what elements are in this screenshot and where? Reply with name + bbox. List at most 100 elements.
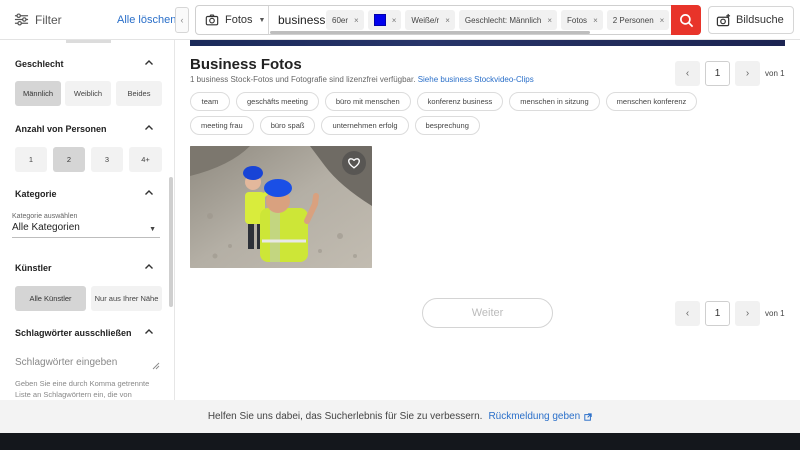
- filter-sidebar: Geschlecht Männlich Weiblich Beides Anza…: [0, 40, 175, 400]
- resize-handle-icon[interactable]: [152, 362, 160, 370]
- pagination-top: ‹ 1 › von 1: [675, 61, 785, 86]
- camera-plus-icon: [716, 13, 731, 26]
- chip-label: Geschlecht: Männlich: [464, 15, 542, 25]
- next-page-button[interactable]: ›: [735, 301, 760, 326]
- related-tags: team geschäfts meeting büro mit menschen…: [190, 92, 750, 135]
- chevron-up-icon[interactable]: [144, 188, 154, 198]
- search-icon: [679, 13, 693, 27]
- external-link-icon: [584, 412, 592, 421]
- exclude-help-text: Geben Sie eine durch Komma getrennte Lis…: [15, 379, 150, 399]
- tag-chip[interactable]: menschen konferenz: [605, 92, 698, 111]
- search-query[interactable]: business: [278, 13, 325, 27]
- artist-option-nearby[interactable]: Nur aus Ihrer Nähe: [91, 286, 162, 311]
- page-title: Business Fotos: [190, 56, 302, 73]
- gender-option-female[interactable]: Weiblich: [65, 81, 111, 106]
- category-title: Kategorie: [15, 189, 57, 199]
- chevron-up-icon[interactable]: [144, 123, 154, 133]
- tag-chip[interactable]: geschäfts meeting: [236, 92, 319, 111]
- category-value: Alle Kategorien: [12, 222, 80, 233]
- chip-color[interactable]: ×: [367, 10, 402, 30]
- people-option-2[interactable]: 2: [53, 147, 85, 172]
- banner-image: [190, 40, 785, 46]
- chip-label: 60er: [332, 15, 349, 25]
- tag-chip[interactable]: büro spaß: [259, 116, 316, 135]
- chips-scrollbar[interactable]: [270, 31, 590, 34]
- gender-option-both[interactable]: Beides: [116, 81, 162, 106]
- people-option-3[interactable]: 3: [91, 147, 123, 172]
- chevron-right-icon: ›: [745, 68, 750, 79]
- chip-decade[interactable]: 60er ×: [326, 10, 364, 30]
- tag-chip[interactable]: konferenz business: [416, 92, 504, 111]
- people-option-4plus[interactable]: 4+: [129, 147, 162, 172]
- chip-media[interactable]: Fotos ×: [561, 10, 603, 30]
- tag-chip[interactable]: besprechung: [414, 116, 480, 135]
- chip-label: Weiße/r: [411, 15, 440, 25]
- page-total: von 1: [765, 69, 785, 78]
- page-total: von 1: [765, 309, 785, 318]
- artist-option-all[interactable]: Alle Künstler: [15, 286, 86, 311]
- feedback-bar: Helfen Sie uns dabei, das Sucherlebnis f…: [0, 400, 800, 433]
- exclude-keywords-input[interactable]: Schlagwörter eingeben: [15, 357, 162, 374]
- next-page-button[interactable]: ›: [735, 61, 760, 86]
- category-field-label: Kategorie auswählen: [12, 213, 78, 220]
- heart-icon: [347, 158, 361, 169]
- gender-title: Geschlecht: [15, 59, 64, 69]
- chevron-left-icon: ‹: [685, 68, 690, 79]
- tag-chip[interactable]: büro mit menschen: [324, 92, 411, 111]
- gender-option-male[interactable]: Männlich: [15, 81, 61, 106]
- video-clips-link[interactable]: Siehe business Stockvideo-Clips: [418, 75, 534, 84]
- camera-icon: [205, 14, 219, 26]
- filter-button[interactable]: Filter: [14, 12, 62, 27]
- people-option-1[interactable]: 1: [15, 147, 47, 172]
- close-icon[interactable]: ×: [445, 16, 450, 25]
- feedback-link[interactable]: Rückmeldung geben: [488, 411, 592, 422]
- caret-down-icon: ▼: [149, 226, 156, 233]
- feedback-text: Helfen Sie uns dabei, das Sucherlebnis f…: [207, 411, 483, 422]
- category-select[interactable]: Alle Kategorien ▼: [12, 222, 160, 238]
- prev-page-button[interactable]: ‹: [675, 61, 700, 86]
- image-search-button[interactable]: Bildsuche: [708, 6, 794, 34]
- pagination-bottom: ‹ 1 › von 1: [675, 301, 785, 326]
- prev-page-button[interactable]: ‹: [675, 301, 700, 326]
- media-type-select[interactable]: Fotos ▼: [196, 6, 269, 34]
- chevron-right-icon: ›: [745, 308, 750, 319]
- close-icon[interactable]: ×: [547, 16, 552, 25]
- search-bar: Fotos ▼ business 60er × × Weiße/r × Geschl…: [195, 5, 701, 35]
- search-button[interactable]: [671, 5, 701, 35]
- color-swatch: [373, 14, 386, 26]
- sliders-icon: [14, 13, 29, 26]
- page-input[interactable]: 1: [705, 301, 730, 326]
- chevron-up-icon[interactable]: [144, 58, 154, 68]
- caret-down-icon: ▼: [258, 16, 266, 24]
- close-icon[interactable]: ×: [392, 16, 397, 25]
- image-search-label: Bildsuche: [736, 14, 784, 26]
- chevron-up-icon[interactable]: [144, 262, 154, 272]
- chip-gender[interactable]: Geschlecht: Männlich ×: [458, 10, 558, 30]
- clear-all-link[interactable]: Alle löschen: [117, 14, 176, 26]
- results-summary: 1 business Stock-Fotos und Fotografie si…: [190, 75, 534, 84]
- close-icon[interactable]: ×: [660, 16, 665, 25]
- tag-chip[interactable]: meeting frau: [190, 116, 254, 135]
- bottom-bar: [0, 433, 800, 450]
- chip-label: Fotos: [567, 15, 588, 25]
- chip-people[interactable]: 2 Personen ×: [606, 10, 670, 30]
- media-type-label: Fotos: [225, 14, 253, 26]
- results-count-text: 1 business Stock-Fotos und Fotografie si…: [190, 75, 416, 84]
- tag-chip[interactable]: team: [190, 92, 230, 111]
- top-bar: Filter Alle löschen ‹ Fotos ▼ business 6…: [0, 0, 800, 40]
- collapse-sidebar-button[interactable]: ‹: [175, 7, 189, 33]
- artist-title: Künstler: [15, 263, 52, 273]
- chevron-up-icon[interactable]: [144, 327, 154, 337]
- chevron-left-icon: ‹: [180, 15, 184, 25]
- close-icon[interactable]: ×: [354, 16, 359, 25]
- feedback-link-label: Rückmeldung geben: [488, 411, 581, 422]
- tag-chip[interactable]: menschen in sitzung: [509, 92, 600, 111]
- chip-ethnicity[interactable]: Weiße/r ×: [405, 10, 455, 30]
- tag-chip[interactable]: unternehmen erfolg: [321, 116, 409, 135]
- sidebar-scrollbar[interactable]: [169, 177, 173, 307]
- page-input[interactable]: 1: [705, 61, 730, 86]
- favorite-button[interactable]: [342, 151, 366, 175]
- chip-label: 2 Personen: [612, 15, 654, 25]
- close-icon[interactable]: ×: [593, 16, 598, 25]
- next-results-button[interactable]: Weiter: [422, 298, 553, 328]
